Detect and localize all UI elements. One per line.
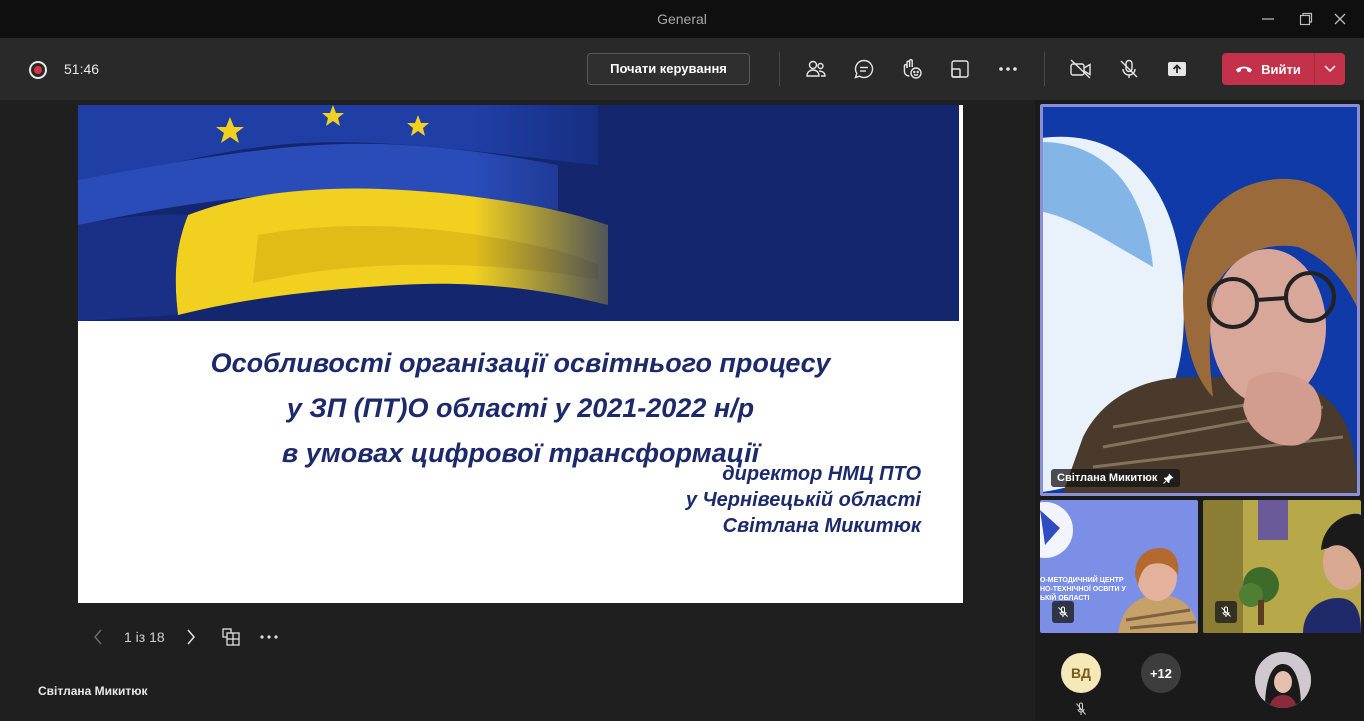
pin-icon	[1163, 473, 1174, 484]
slide-grid-icon[interactable]	[219, 625, 243, 649]
logo-text: О-МЕТОДИЧНИЙ ЦЕНТР НО-ТЕХНІЧНОЇ ОСВІТИ У…	[1040, 576, 1126, 603]
meeting-toolbar: 51:46 Почати керування Вийти	[0, 38, 1364, 100]
participant-video	[1043, 107, 1357, 493]
logo-text-line: НО-ТЕХНІЧНОЇ ОСВІТИ У	[1040, 586, 1126, 593]
slide-author-line: Світлана Микитюк	[722, 515, 921, 537]
shared-content-stage: Особливості організації освітнього проце…	[0, 100, 1035, 721]
participant-tile[interactable]: О-МЕТОДИЧНИЙ ЦЕНТР НО-ТЕХНІЧНОЇ ОСВІТИ У…	[1040, 500, 1198, 633]
toolbar-divider	[1044, 52, 1045, 86]
meeting-timer: 51:46	[64, 61, 100, 77]
reactions-icon[interactable]	[897, 54, 927, 84]
participant-tile[interactable]	[1203, 500, 1361, 633]
slide-title-line: у ЗП (ПТ)О області у 2021-2022 н/р	[286, 393, 755, 423]
chat-icon[interactable]	[849, 54, 879, 84]
participant-avatar-initials[interactable]: ВД	[1061, 653, 1101, 693]
participants-video-panel: Світлана Микитюк О-МЕТОДИЧНИЙ ЦЕНТР НО-Т…	[1035, 100, 1364, 721]
breakout-rooms-icon[interactable]	[945, 54, 975, 84]
slide-navigation: 1 із 18	[88, 622, 281, 652]
toolbar-divider	[779, 52, 780, 86]
more-actions-icon[interactable]	[993, 54, 1023, 84]
slide-more-icon[interactable]	[257, 625, 281, 649]
flag-banner-image	[78, 105, 959, 321]
leave-label: Вийти	[1261, 61, 1301, 77]
logo-text-line: О-МЕТОДИЧНИЙ ЦЕНТР	[1040, 577, 1124, 584]
mic-off-icon	[1052, 601, 1074, 623]
slide-author-line: директор НМЦ ПТО	[722, 463, 921, 485]
chevron-down-icon[interactable]	[1315, 53, 1345, 85]
slide-author-block: директор НМЦ ПТО у Чернівецькій області …	[686, 461, 921, 539]
slide-counter: 1 із 18	[124, 629, 165, 645]
slide-author-line: у Чернівецькій області	[685, 489, 921, 511]
mic-off-icon	[1075, 702, 1087, 716]
participant-name: Світлана Микитюк	[1057, 472, 1158, 484]
close-icon[interactable]	[1326, 8, 1354, 30]
next-slide-icon[interactable]	[181, 627, 201, 647]
pinned-name-tag: Світлана Микитюк	[1051, 469, 1181, 487]
slide-title: Особливості організації освітнього проце…	[78, 341, 963, 476]
presenter-name-label: Світлана Микитюк	[38, 684, 148, 698]
title-bar: General	[0, 0, 1364, 38]
participants-icon[interactable]	[801, 54, 831, 84]
slide-title-line: Особливості організації освітнього проце…	[210, 348, 831, 378]
participant-avatar-photo[interactable]	[1255, 652, 1311, 708]
hang-up-icon	[1236, 66, 1253, 73]
window-title: General	[657, 11, 707, 27]
take-control-button[interactable]: Почати керування	[587, 53, 750, 85]
more-participants-button[interactable]: +12	[1141, 653, 1181, 693]
pinned-video-tile[interactable]: Світлана Микитюк	[1040, 104, 1360, 496]
minimize-icon[interactable]	[1254, 8, 1282, 30]
mic-off-icon	[1215, 601, 1237, 623]
recording-icon	[29, 61, 47, 79]
leave-main-button[interactable]: Вийти	[1222, 53, 1314, 85]
previous-slide-icon[interactable]	[88, 627, 108, 647]
leave-button[interactable]: Вийти	[1222, 53, 1345, 85]
camera-off-icon[interactable]	[1066, 54, 1096, 84]
restore-icon[interactable]	[1292, 8, 1320, 30]
presentation-slide: Особливості організації освітнього проце…	[78, 105, 963, 603]
share-screen-icon[interactable]	[1162, 54, 1192, 84]
mic-off-icon[interactable]	[1114, 54, 1144, 84]
